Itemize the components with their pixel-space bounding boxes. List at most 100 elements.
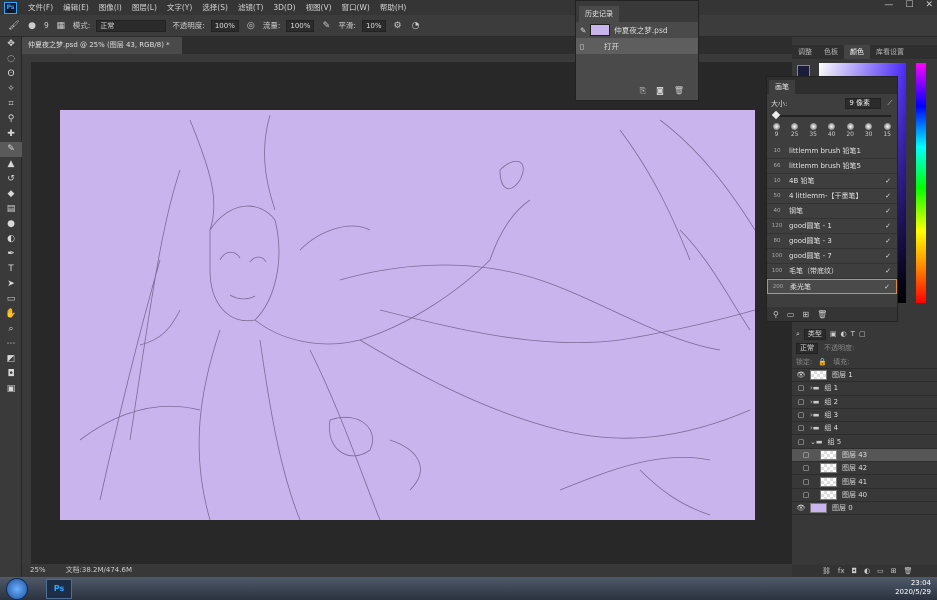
opacity-field[interactable]: 100% (210, 19, 239, 32)
menu-layer[interactable]: 图层(L) (127, 2, 162, 13)
brush-list-item[interactable]: 10 littlemm brush 铅笔1 (767, 144, 897, 159)
visibility-toggle[interactable]: ▢ (792, 464, 820, 472)
eraser-icon[interactable]: ◆ (0, 187, 22, 202)
folder-icon[interactable]: ▭ (787, 310, 795, 319)
eye-icon[interactable]: 👁 (792, 504, 810, 512)
lock-icon[interactable]: 🔒 (818, 358, 827, 366)
preset-tip[interactable]: 40 (828, 123, 836, 138)
menu-filter[interactable]: 滤镜(T) (233, 2, 268, 13)
zoom-readout[interactable]: 25% (30, 564, 46, 577)
filter-adjust-icon[interactable]: ◐ (841, 330, 847, 338)
close-button[interactable]: ✕ (925, 0, 933, 10)
brush-list-item[interactable]: 80 good圆笔 - 3 ✓ (767, 234, 897, 249)
visibility-toggle[interactable]: ▢ (792, 491, 820, 499)
menu-view[interactable]: 视图(V) (301, 2, 337, 13)
brush-panel-toggle-icon[interactable]: ▦ (55, 20, 67, 32)
layer-filter-select[interactable]: 类型 (803, 328, 826, 340)
filter-pixel-icon[interactable]: ▣ (830, 330, 837, 338)
tab-library[interactable]: 库看设置 (870, 45, 910, 59)
flow-field[interactable]: 100% (286, 19, 315, 32)
menu-help[interactable]: 帮助(H) (375, 2, 412, 13)
new-document-from-state-icon[interactable]: ⎘ (640, 86, 646, 96)
trash-icon[interactable]: 🗑 (904, 567, 913, 575)
brush-tab[interactable]: 画笔 (769, 80, 795, 94)
new-layer-icon[interactable]: ⊞ (891, 567, 897, 575)
preset-tip[interactable]: 30 (865, 123, 873, 138)
pressure-size-icon[interactable]: ◔ (410, 20, 422, 32)
group-row[interactable]: ▢ ›▬ 组 3 (792, 409, 937, 423)
type-tool-icon[interactable]: T (0, 262, 22, 277)
minimize-button[interactable]: — (884, 0, 893, 10)
menu-select[interactable]: 选择(S) (197, 2, 233, 13)
visibility-toggle[interactable]: ▢ (792, 438, 810, 446)
document-tab[interactable]: 仲夏夜之梦.psd @ 25% (图层 43, RGB/8) * (22, 37, 182, 54)
marquee-tool-icon[interactable]: ◌ (0, 52, 22, 67)
size-field[interactable]: 9 像素 (845, 98, 882, 109)
brush-tool-icon[interactable]: 🖌 (8, 20, 20, 32)
new-brush-icon[interactable]: ⊞ (802, 310, 809, 319)
gear-icon[interactable]: ⚙ (392, 20, 404, 32)
zoom-tool-icon[interactable]: ⌕ (0, 322, 22, 337)
history-snapshot[interactable]: ✎ 仲夏夜之梦.psd (576, 22, 698, 38)
tab-color[interactable]: 颜色 (844, 45, 870, 59)
hue-slider[interactable] (916, 63, 926, 303)
more-tools-icon[interactable]: ⋯ (0, 337, 22, 352)
mode-select[interactable]: 正常 (96, 19, 167, 32)
layer-row[interactable]: 👁 图层 0 (792, 502, 937, 516)
gradient-tool-icon[interactable]: ▤ (0, 202, 22, 217)
brush-list-item[interactable]: 50 4 littlemm-【干墨笔】 ✓ (767, 189, 897, 204)
layer-row[interactable]: ▢ 图层 41 (792, 475, 937, 489)
group-row[interactable]: ▢ ›▬ 组 2 (792, 396, 937, 409)
color-swatches-icon[interactable]: ◩ (0, 352, 22, 367)
quick-mask-icon[interactable]: ◘ (0, 367, 22, 382)
adjustment-icon[interactable]: ◐ (864, 567, 870, 575)
screen-mode-icon[interactable]: ▣ (0, 382, 22, 397)
group-row[interactable]: ▢ ›▬ 组 1 (792, 382, 937, 396)
layer-row-selected[interactable]: ▢ 图层 43 (792, 448, 937, 463)
preset-tip[interactable]: 35 (809, 123, 817, 138)
brush-list-item[interactable]: 10 4B 铅笔 ✓ (767, 174, 897, 189)
brush-source-icon[interactable]: ✎ (580, 26, 586, 35)
hand-tool-icon[interactable]: ✋ (0, 307, 22, 322)
history-tab[interactable]: 历史记录 (579, 6, 619, 22)
filter-type-icon[interactable]: T (851, 330, 855, 338)
menu-window[interactable]: 窗口(W) (337, 2, 375, 13)
fx-icon[interactable]: fx (838, 567, 845, 575)
menu-file[interactable]: 文件(F) (23, 2, 58, 13)
system-tray-clock[interactable]: 23:04 2020/5/29 (895, 579, 931, 597)
history-brush-icon[interactable]: ↺ (0, 172, 22, 187)
visibility-toggle[interactable]: ▢ (792, 411, 810, 419)
healing-brush-icon[interactable]: ✚ (0, 127, 22, 142)
brush-list-item[interactable]: 120 good圆笔 - 1 ✓ (767, 219, 897, 234)
shape-tool-icon[interactable]: ▭ (0, 292, 22, 307)
folder-icon[interactable]: ▭ (877, 567, 884, 575)
visibility-toggle[interactable]: ▢ (792, 398, 810, 406)
move-tool-icon[interactable]: ✥ (0, 37, 22, 52)
magic-wand-icon[interactable]: ✧ (0, 82, 22, 97)
menu-edit[interactable]: 编辑(E) (58, 2, 94, 13)
blend-mode-select[interactable]: 正常 (796, 342, 818, 354)
visibility-toggle[interactable]: ▢ (792, 384, 810, 392)
size-slider[interactable] (771, 110, 891, 120)
layer-row[interactable]: ▢ 图层 40 (792, 489, 937, 502)
link-icon[interactable]: ⛓ (822, 567, 831, 575)
smooth-field[interactable]: 10% (361, 19, 386, 32)
group-row[interactable]: ▢ ›▬ 组 4 (792, 422, 937, 436)
pressure-opacity-icon[interactable]: ◎ (245, 20, 257, 32)
preset-tip[interactable]: 15 (883, 123, 891, 138)
brush-tool-icon[interactable]: ✎ (0, 142, 22, 157)
brush-list-item[interactable]: 40 钢笔 ✓ (767, 204, 897, 219)
brush-list-item-selected[interactable]: 200 柔光笔 ✓ (767, 279, 897, 294)
filter-shape-icon[interactable]: ▢ (859, 330, 866, 338)
tab-swatches[interactable]: 色板 (818, 45, 844, 59)
trash-icon[interactable]: 🗑 (817, 310, 827, 319)
start-button[interactable] (6, 577, 28, 600)
brush-list-item[interactable]: 100 good圆笔 - 7 ✓ (767, 249, 897, 264)
brush-settings-icon[interactable]: ⚲ (773, 310, 779, 319)
mask-icon[interactable]: ◘ (852, 567, 858, 575)
brush-list-item[interactable]: 100 毛笔（带底纹） ✓ (767, 264, 897, 279)
visibility-toggle[interactable]: ▢ (792, 451, 820, 459)
taskbar-photoshop[interactable]: Ps (46, 578, 72, 599)
menu-image[interactable]: 图像(I) (94, 2, 127, 13)
layer-row[interactable]: ▢ 图层 42 (792, 462, 937, 476)
